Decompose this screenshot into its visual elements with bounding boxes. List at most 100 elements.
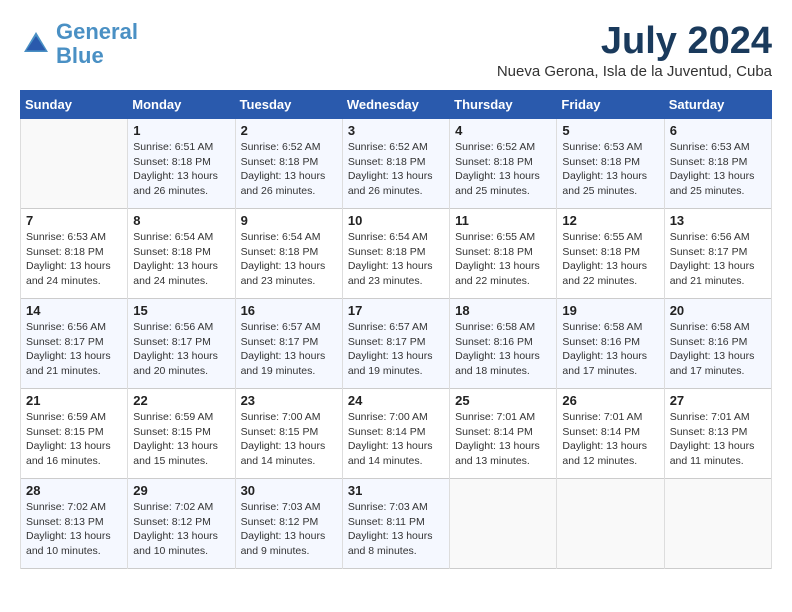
day-number: 14 bbox=[26, 303, 122, 318]
calendar-cell: 22 Sunrise: 6:59 AMSunset: 8:15 PMDayligh… bbox=[128, 389, 235, 479]
calendar-cell: 3 Sunrise: 6:52 AMSunset: 8:18 PMDaylight… bbox=[342, 119, 449, 209]
calendar-cell: 15 Sunrise: 6:56 AMSunset: 8:17 PMDayligh… bbox=[128, 299, 235, 389]
weekday-header-sunday: Sunday bbox=[21, 91, 128, 119]
day-info: Sunrise: 6:53 AMSunset: 8:18 PMDaylight:… bbox=[26, 230, 122, 289]
day-info: Sunrise: 7:01 AMSunset: 8:13 PMDaylight:… bbox=[670, 410, 766, 469]
day-info: Sunrise: 6:52 AMSunset: 8:18 PMDaylight:… bbox=[241, 140, 337, 199]
day-number: 10 bbox=[348, 213, 444, 228]
day-number: 13 bbox=[670, 213, 766, 228]
day-number: 3 bbox=[348, 123, 444, 138]
day-info: Sunrise: 7:00 AMSunset: 8:15 PMDaylight:… bbox=[241, 410, 337, 469]
day-info: Sunrise: 7:02 AMSunset: 8:13 PMDaylight:… bbox=[26, 500, 122, 559]
week-row-1: 1Sunrise: 6:51 AMSunset: 8:18 PMDaylight… bbox=[21, 119, 772, 209]
calendar-cell: 25Sunrise: 7:01 AMSunset: 8:14 PMDayligh… bbox=[450, 389, 557, 479]
day-number: 18 bbox=[455, 303, 551, 318]
calendar-cell: 2 Sunrise: 6:52 AMSunset: 8:18 PMDaylight… bbox=[235, 119, 342, 209]
day-info: Sunrise: 7:00 AMSunset: 8:14 PMDaylight:… bbox=[348, 410, 444, 469]
day-info: Sunrise: 6:52 AMSunset: 8:18 PMDaylight:… bbox=[348, 140, 444, 199]
weekday-header-wednesday: Wednesday bbox=[342, 91, 449, 119]
weekday-header-monday: Monday bbox=[128, 91, 235, 119]
day-number: 27 bbox=[670, 393, 766, 408]
calendar-cell: 5Sunrise: 6:53 AMSunset: 8:18 PMDaylight… bbox=[557, 119, 664, 209]
day-info: Sunrise: 6:58 AMSunset: 8:16 PMDaylight:… bbox=[562, 320, 658, 379]
calendar-cell: 8 Sunrise: 6:54 AMSunset: 8:18 PMDaylight… bbox=[128, 209, 235, 299]
day-number: 9 bbox=[241, 213, 337, 228]
day-number: 26 bbox=[562, 393, 658, 408]
day-info: Sunrise: 6:56 AMSunset: 8:17 PMDaylight:… bbox=[133, 320, 229, 379]
day-info: Sunrise: 6:52 AMSunset: 8:18 PMDaylight:… bbox=[455, 140, 551, 199]
calendar-cell: 12 Sunrise: 6:55 AMSunset: 8:18 PMDayligh… bbox=[557, 209, 664, 299]
calendar-cell: 24Sunrise: 7:00 AMSunset: 8:14 PMDayligh… bbox=[342, 389, 449, 479]
calendar-cell bbox=[450, 479, 557, 569]
calendar-cell bbox=[557, 479, 664, 569]
day-info: Sunrise: 6:58 AMSunset: 8:16 PMDaylight:… bbox=[455, 320, 551, 379]
day-info: Sunrise: 7:01 AMSunset: 8:14 PMDaylight:… bbox=[562, 410, 658, 469]
calendar-cell: 4 Sunrise: 6:52 AMSunset: 8:18 PMDaylight… bbox=[450, 119, 557, 209]
week-row-2: 7Sunrise: 6:53 AMSunset: 8:18 PMDaylight… bbox=[21, 209, 772, 299]
day-number: 29 bbox=[133, 483, 229, 498]
day-number: 20 bbox=[670, 303, 766, 318]
calendar-cell: 10 Sunrise: 6:54 AMSunset: 8:18 PMDayligh… bbox=[342, 209, 449, 299]
day-info: Sunrise: 6:54 AMSunset: 8:18 PMDaylight:… bbox=[348, 230, 444, 289]
calendar-cell: 6Sunrise: 6:53 AMSunset: 8:18 PMDaylight… bbox=[664, 119, 771, 209]
day-number: 16 bbox=[241, 303, 337, 318]
day-info: Sunrise: 6:56 AMSunset: 8:17 PMDaylight:… bbox=[670, 230, 766, 289]
calendar-cell: 9 Sunrise: 6:54 AMSunset: 8:18 PMDaylight… bbox=[235, 209, 342, 299]
day-number: 5 bbox=[562, 123, 658, 138]
day-info: Sunrise: 6:54 AMSunset: 8:18 PMDaylight:… bbox=[241, 230, 337, 289]
logo-text: General Blue bbox=[56, 20, 138, 68]
logo-line2: Blue bbox=[56, 43, 104, 68]
day-info: Sunrise: 6:56 AMSunset: 8:17 PMDaylight:… bbox=[26, 320, 122, 379]
day-number: 21 bbox=[26, 393, 122, 408]
day-info: Sunrise: 6:57 AMSunset: 8:17 PMDaylight:… bbox=[241, 320, 337, 379]
day-number: 31 bbox=[348, 483, 444, 498]
calendar-cell: 1Sunrise: 6:51 AMSunset: 8:18 PMDaylight… bbox=[128, 119, 235, 209]
calendar-table: SundayMondayTuesdayWednesdayThursdayFrid… bbox=[20, 90, 772, 569]
day-number: 30 bbox=[241, 483, 337, 498]
weekday-header-row: SundayMondayTuesdayWednesdayThursdayFrid… bbox=[21, 91, 772, 119]
day-info: Sunrise: 6:59 AMSunset: 8:15 PMDaylight:… bbox=[133, 410, 229, 469]
day-info: Sunrise: 7:03 AMSunset: 8:11 PMDaylight:… bbox=[348, 500, 444, 559]
day-number: 22 bbox=[133, 393, 229, 408]
day-number: 25 bbox=[455, 393, 551, 408]
week-row-3: 14 Sunrise: 6:56 AMSunset: 8:17 PMDayligh… bbox=[21, 299, 772, 389]
day-info: Sunrise: 6:54 AMSunset: 8:18 PMDaylight:… bbox=[133, 230, 229, 289]
title-area: July 2024 Nueva Gerona, Isla de la Juven… bbox=[497, 20, 772, 80]
header: General Blue July 2024 Nueva Gerona, Isl… bbox=[20, 20, 772, 80]
weekday-header-thursday: Thursday bbox=[450, 91, 557, 119]
day-info: Sunrise: 6:51 AMSunset: 8:18 PMDaylight:… bbox=[133, 140, 229, 199]
logo-icon bbox=[20, 28, 52, 60]
calendar-cell bbox=[21, 119, 128, 209]
calendar-cell: 16 Sunrise: 6:57 AMSunset: 8:17 PMDayligh… bbox=[235, 299, 342, 389]
location: Nueva Gerona, Isla de la Juventud, Cuba bbox=[497, 63, 772, 80]
logo-line1: General bbox=[56, 19, 138, 44]
day-info: Sunrise: 6:59 AMSunset: 8:15 PMDaylight:… bbox=[26, 410, 122, 469]
calendar-cell: 19Sunrise: 6:58 AMSunset: 8:16 PMDayligh… bbox=[557, 299, 664, 389]
day-number: 8 bbox=[133, 213, 229, 228]
calendar-cell: 26 Sunrise: 7:01 AMSunset: 8:14 PMDayligh… bbox=[557, 389, 664, 479]
day-number: 2 bbox=[241, 123, 337, 138]
calendar-cell: 7Sunrise: 6:53 AMSunset: 8:18 PMDaylight… bbox=[21, 209, 128, 299]
weekday-header-saturday: Saturday bbox=[664, 91, 771, 119]
month-year: July 2024 bbox=[497, 20, 772, 63]
day-number: 17 bbox=[348, 303, 444, 318]
calendar-cell: 28 Sunrise: 7:02 AMSunset: 8:13 PMDayligh… bbox=[21, 479, 128, 569]
day-info: Sunrise: 7:03 AMSunset: 8:12 PMDaylight:… bbox=[241, 500, 337, 559]
day-number: 28 bbox=[26, 483, 122, 498]
weekday-header-tuesday: Tuesday bbox=[235, 91, 342, 119]
week-row-5: 28 Sunrise: 7:02 AMSunset: 8:13 PMDayligh… bbox=[21, 479, 772, 569]
calendar-cell: 27 Sunrise: 7:01 AMSunset: 8:13 PMDayligh… bbox=[664, 389, 771, 479]
day-number: 15 bbox=[133, 303, 229, 318]
week-row-4: 21 Sunrise: 6:59 AMSunset: 8:15 PMDayligh… bbox=[21, 389, 772, 479]
calendar-cell: 13 Sunrise: 6:56 AMSunset: 8:17 PMDayligh… bbox=[664, 209, 771, 299]
calendar-cell: 31 Sunrise: 7:03 AMSunset: 8:11 PMDayligh… bbox=[342, 479, 449, 569]
day-number: 4 bbox=[455, 123, 551, 138]
day-info: Sunrise: 7:02 AMSunset: 8:12 PMDaylight:… bbox=[133, 500, 229, 559]
calendar-cell: 21 Sunrise: 6:59 AMSunset: 8:15 PMDayligh… bbox=[21, 389, 128, 479]
day-number: 12 bbox=[562, 213, 658, 228]
day-number: 6 bbox=[670, 123, 766, 138]
calendar-cell: 20 Sunrise: 6:58 AMSunset: 8:16 PMDayligh… bbox=[664, 299, 771, 389]
day-info: Sunrise: 6:58 AMSunset: 8:16 PMDaylight:… bbox=[670, 320, 766, 379]
day-info: Sunrise: 6:55 AMSunset: 8:18 PMDaylight:… bbox=[562, 230, 658, 289]
calendar-cell bbox=[664, 479, 771, 569]
